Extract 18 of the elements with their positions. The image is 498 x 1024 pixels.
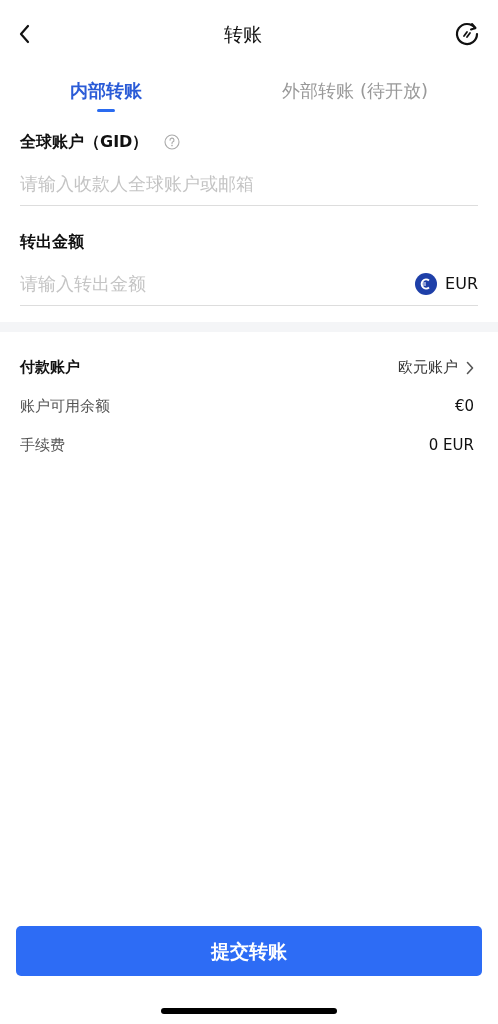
input-field[interactable]: 请输入转出金额 bbox=[20, 270, 416, 297]
detail-value: 0 EUR bbox=[428, 435, 474, 457]
currency-code: EUR bbox=[445, 272, 478, 295]
history-icon[interactable] bbox=[454, 21, 480, 47]
euro-icon bbox=[415, 272, 438, 295]
detail-label: 账户可用余额 bbox=[20, 396, 110, 418]
tab[interactable]: 内部转账 bbox=[70, 68, 143, 112]
detail-label: 手续费 bbox=[20, 435, 65, 457]
back-icon[interactable] bbox=[18, 24, 32, 44]
submit-button[interactable]: 提交转账 bbox=[16, 926, 482, 976]
detail-label: 付款账户 bbox=[20, 357, 80, 379]
chevron-right-icon bbox=[466, 360, 474, 375]
account-selector[interactable]: 欧元账户 bbox=[398, 356, 458, 379]
field-label: 全球账户（GID） bbox=[20, 131, 149, 153]
field-label: 转出金额 bbox=[20, 231, 84, 253]
input-field[interactable]: 请输入收款人全球账户或邮箱 bbox=[20, 170, 478, 197]
page-title: 转账 bbox=[224, 21, 262, 47]
detail-value: €0 bbox=[454, 396, 474, 418]
